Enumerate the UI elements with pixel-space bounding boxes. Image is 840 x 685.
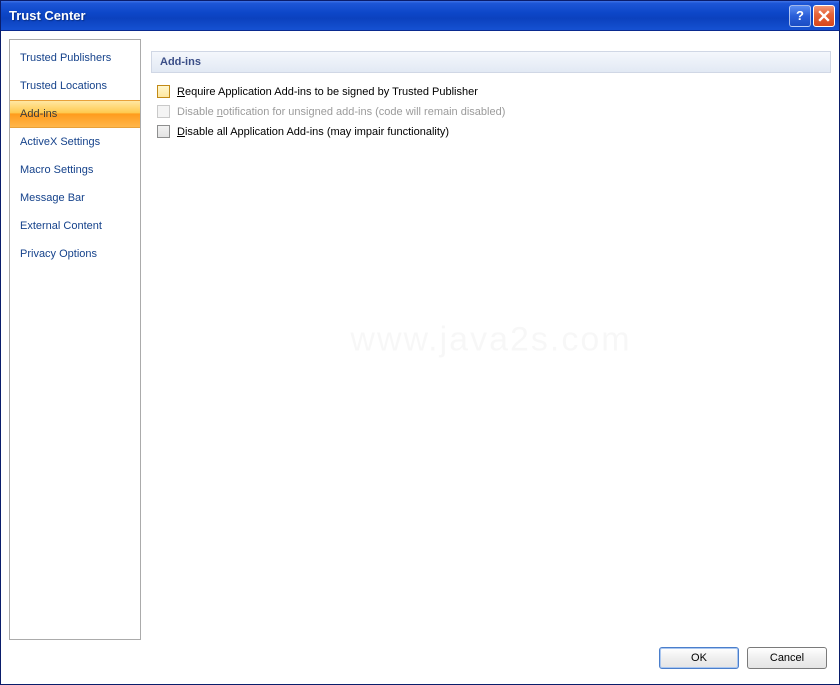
titlebar: Trust Center ? [1,1,839,31]
sidebar-item-external-content[interactable]: External Content [10,212,140,240]
upper-area: Trusted Publishers Trusted Locations Add… [9,39,831,640]
trust-center-dialog: Trust Center ? Trusted Publishers Truste… [0,0,840,685]
help-button[interactable]: ? [789,5,811,27]
cancel-button[interactable]: Cancel [747,647,827,669]
sidebar-item-activex-settings[interactable]: ActiveX Settings [10,128,140,156]
watermark: www.java2s.com [350,320,631,359]
close-icon [818,10,830,22]
titlebar-title: Trust Center [9,8,789,23]
option-disable-all-addins[interactable]: Disable all Application Add-ins (may imp… [157,125,825,138]
sidebar-item-macro-settings[interactable]: Macro Settings [10,156,140,184]
option-disable-notification: Disable notification for unsigned add-in… [157,105,825,118]
ok-button[interactable]: OK [659,647,739,669]
main-panel: Add-ins Require Application Add-ins to b… [151,39,831,640]
sidebar-item-add-ins[interactable]: Add-ins [10,100,140,128]
option-label: Disable all Application Add-ins (may imp… [177,126,449,138]
help-icon: ? [796,8,804,23]
options-group: Require Application Add-ins to be signed… [151,73,831,150]
checkbox-require-signed[interactable] [157,85,170,98]
section-header-add-ins: Add-ins [151,51,831,73]
sidebar-item-trusted-publishers[interactable]: Trusted Publishers [10,44,140,72]
option-require-signed[interactable]: Require Application Add-ins to be signed… [157,85,825,98]
sidebar: Trusted Publishers Trusted Locations Add… [9,39,141,640]
sidebar-item-privacy-options[interactable]: Privacy Options [10,240,140,268]
option-label: Disable notification for unsigned add-in… [177,106,505,118]
option-label: Require Application Add-ins to be signed… [177,86,478,98]
checkbox-disable-notification [157,105,170,118]
checkbox-disable-all-addins[interactable] [157,125,170,138]
titlebar-buttons: ? [789,5,835,27]
close-button[interactable] [813,5,835,27]
client-area: Trusted Publishers Trusted Locations Add… [1,31,839,684]
sidebar-item-message-bar[interactable]: Message Bar [10,184,140,212]
sidebar-item-trusted-locations[interactable]: Trusted Locations [10,72,140,100]
button-bar: OK Cancel [9,640,831,676]
